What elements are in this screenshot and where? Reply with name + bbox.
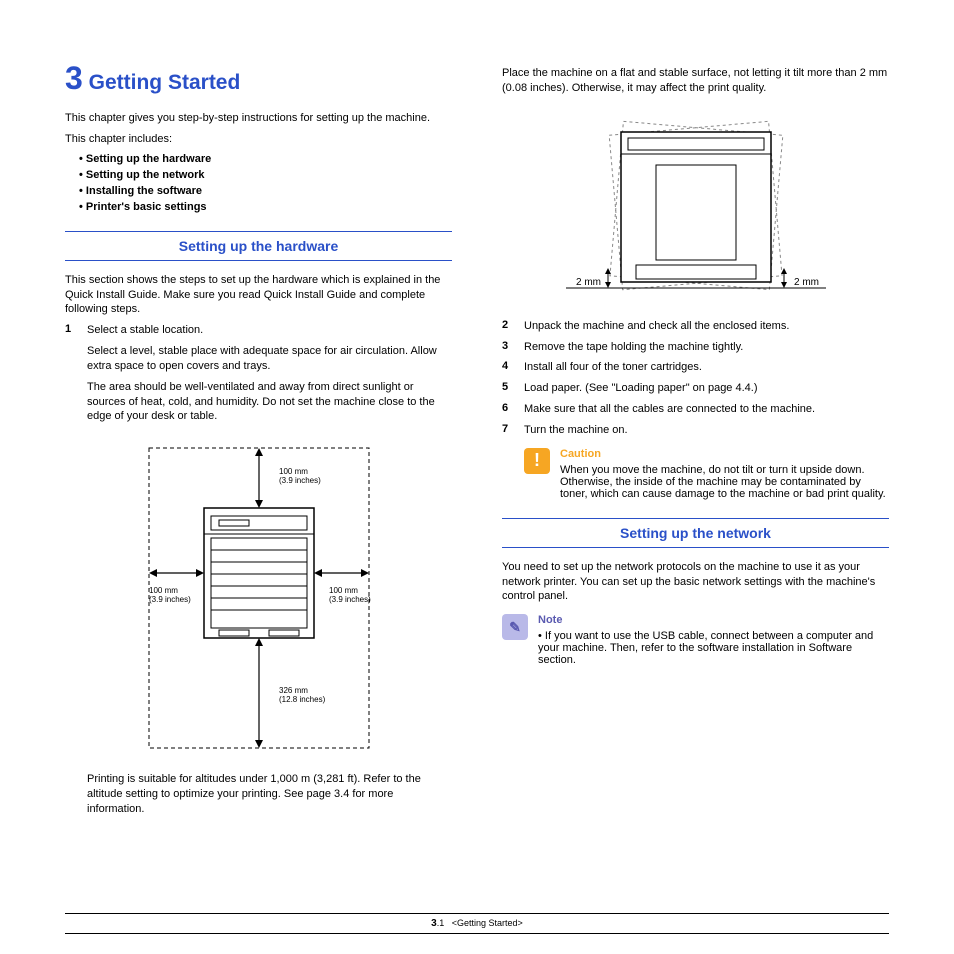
step-text: Make sure that all the cables are connec… — [524, 402, 889, 417]
tilt-label-left: 2 mm — [576, 277, 601, 288]
sub-paragraph: Printing is suitable for altitudes under… — [87, 772, 452, 817]
sub-paragraph: Select a level, stable place with adequa… — [87, 344, 452, 374]
tilt-label-right: 2 mm — [794, 277, 819, 288]
section2-intro: You need to set up the network protocols… — [502, 560, 889, 605]
section-heading-hardware: Setting up the hardware — [65, 231, 452, 261]
intro-paragraph-2: This chapter includes: — [65, 132, 452, 147]
step-number: 4 — [502, 360, 524, 375]
diagram-label-left: 100 mm(3.9 inches) — [149, 586, 191, 604]
contents-item: Installing the software — [79, 185, 452, 197]
caution-body: When you move the machine, do not tilt o… — [560, 464, 889, 500]
contents-item: Setting up the network — [79, 169, 452, 181]
step-number: 2 — [502, 319, 524, 334]
step-row: 7 Turn the machine on. — [502, 423, 889, 438]
step-number: 5 — [502, 381, 524, 396]
step-row: 2 Unpack the machine and check all the e… — [502, 319, 889, 334]
contents-item: Setting up the hardware — [79, 153, 452, 165]
step-number: 3 — [502, 340, 524, 355]
note-callout: ✎ Note • If you want to use the USB cabl… — [502, 614, 889, 666]
contents-list: Setting up the hardware Setting up the n… — [65, 153, 452, 213]
diagram-label-top: 100 mm(3.9 inches) — [279, 467, 321, 485]
intro-paragraph-1: This chapter gives you step-by-step inst… — [65, 111, 452, 126]
note-body: • If you want to use the USB cable, conn… — [538, 630, 889, 666]
step-row: 6 Make sure that all the cables are conn… — [502, 402, 889, 417]
diagram-label-right: 100 mm(3.9 inches) — [329, 586, 371, 604]
sub-paragraph: The area should be well-ventilated and a… — [87, 380, 452, 425]
step-text: Turn the machine on. — [524, 423, 889, 438]
note-icon: ✎ — [502, 614, 528, 640]
step-number: 1 — [65, 323, 87, 338]
step-row: 5 Load paper. (See "Loading paper" on pa… — [502, 381, 889, 396]
footer-title: <Getting Started> — [452, 918, 523, 928]
step-row: 3 Remove the tape holding the machine ti… — [502, 340, 889, 355]
step-text: Remove the tape holding the machine tigh… — [524, 340, 889, 355]
caution-callout: ! Caution When you move the machine, do … — [524, 448, 889, 500]
step-row: 1 Select a stable location. — [65, 323, 452, 338]
step-text: Unpack the machine and check all the enc… — [524, 319, 889, 334]
step-row: 4 Install all four of the toner cartridg… — [502, 360, 889, 375]
step-text: Load paper. (See "Loading paper" on page… — [524, 381, 889, 396]
chapter-title: 3 Getting Started — [65, 60, 452, 97]
step-text: Install all four of the toner cartridges… — [524, 360, 889, 375]
caution-icon: ! — [524, 448, 550, 474]
clearance-diagram: 100 mm(3.9 inches) 100 mm(3.9 inches) 10… — [65, 438, 452, 758]
place-paragraph: Place the machine on a flat and stable s… — [502, 66, 889, 96]
note-title: Note — [538, 614, 889, 626]
section-heading-network: Setting up the network — [502, 518, 889, 548]
chapter-number: 3 — [65, 60, 83, 96]
tilt-diagram: 2 mm 2 mm — [502, 110, 889, 305]
section1-intro: This section shows the steps to set up t… — [65, 273, 452, 318]
caution-title: Caution — [560, 448, 889, 460]
contents-item: Printer's basic settings — [79, 201, 452, 213]
step-number: 6 — [502, 402, 524, 417]
page-footer: 3.1 <Getting Started> — [65, 913, 889, 934]
chapter-title-text: Getting Started — [89, 71, 241, 94]
step-text: Select a stable location. — [87, 323, 452, 338]
diagram-label-bottom: 326 mm(12.8 inches) — [279, 686, 326, 704]
footer-page-sub: .1 — [437, 918, 445, 928]
step-number: 7 — [502, 423, 524, 438]
